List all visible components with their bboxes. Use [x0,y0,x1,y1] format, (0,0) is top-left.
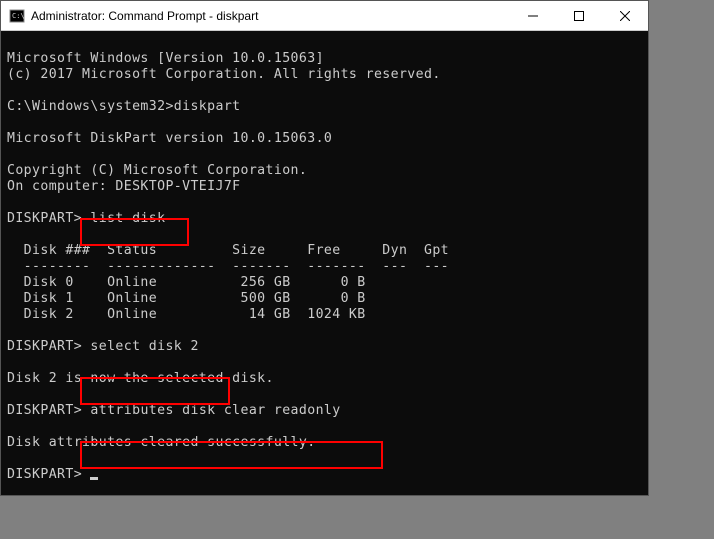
output-line: Microsoft Windows [Version 10.0.15063] [7,51,324,66]
terminal-output[interactable]: Microsoft Windows [Version 10.0.15063] (… [1,31,648,487]
output-line: Disk 2 is now the selected disk. [7,371,274,386]
table-divider: -------- ------------- ------- ------- -… [7,259,449,274]
table-header: Disk ### Status Size Free Dyn Gpt [7,243,449,258]
maximize-button[interactable] [556,1,602,30]
diskpart-prompt: DISKPART> [7,467,90,482]
output-line: C:\Windows\system32>diskpart [7,99,241,114]
output-line: Microsoft DiskPart version 10.0.15063.0 [7,131,332,146]
minimize-button[interactable] [510,1,556,30]
diskpart-prompt: DISKPART> [7,403,90,418]
diskpart-prompt: DISKPART> [7,211,90,226]
output-line: On computer: DESKTOP-VTEIJ7F [7,179,241,194]
text-cursor [90,477,98,480]
maximize-icon [574,11,584,21]
close-button[interactable] [602,1,648,30]
cmd-icon: C:\ [9,8,25,24]
output-line: Copyright (C) Microsoft Corporation. [7,163,307,178]
output-line: Disk attributes cleared successfully. [7,435,316,450]
window-title: Administrator: Command Prompt - diskpart [31,9,510,23]
output-line: (c) 2017 Microsoft Corporation. All righ… [7,67,441,82]
command-text: select disk 2 [90,339,198,354]
diskpart-prompt: DISKPART> [7,339,90,354]
titlebar[interactable]: C:\ Administrator: Command Prompt - disk… [1,1,648,31]
command-text: list disk [90,211,165,226]
window-controls [510,1,648,30]
table-row: Disk 1 Online 500 GB 0 B [7,291,366,306]
command-text: attributes disk clear readonly [90,403,340,418]
table-row: Disk 0 Online 256 GB 0 B [7,275,366,290]
minimize-icon [528,11,538,21]
svg-text:C:\: C:\ [12,12,25,20]
command-prompt-window: C:\ Administrator: Command Prompt - disk… [0,0,649,496]
table-row: Disk 2 Online 14 GB 1024 KB [7,307,366,322]
close-icon [620,11,630,21]
